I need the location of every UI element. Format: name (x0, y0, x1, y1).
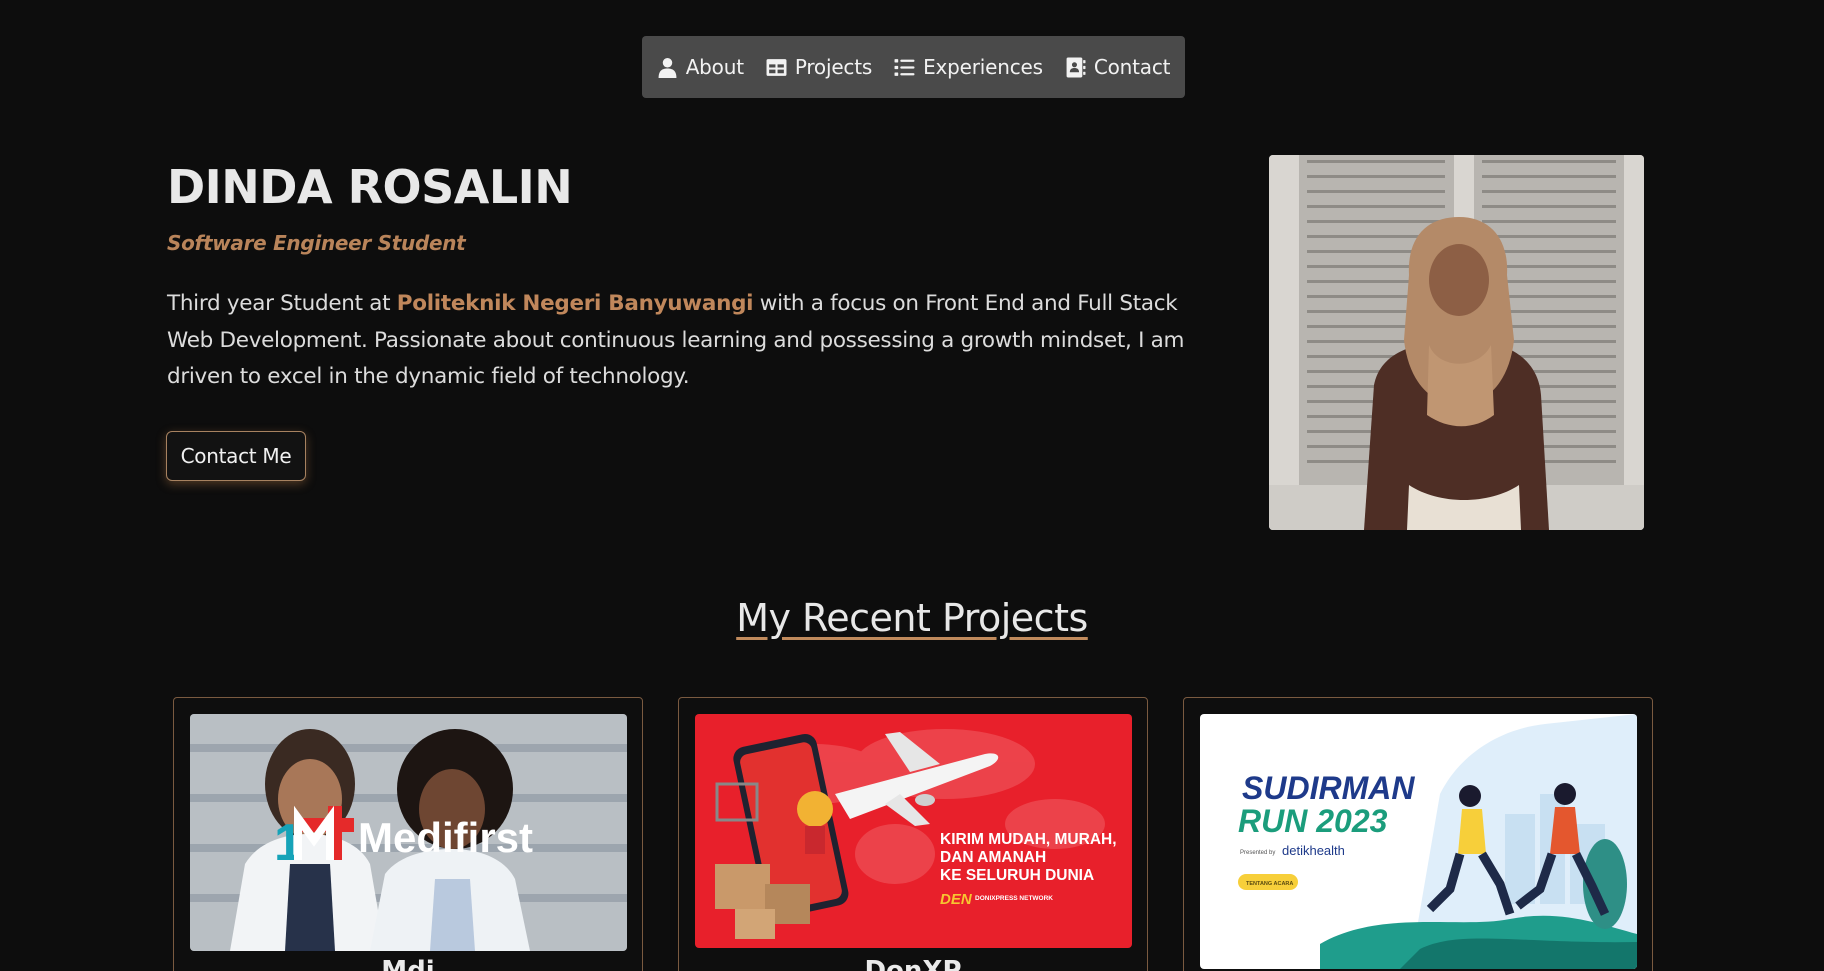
project-card-title: DonXP (864, 956, 962, 971)
sudirman-sponsor: detikhealth (1282, 843, 1345, 858)
project-card-title: Mdi (381, 956, 435, 971)
hero-role: Software Engineer Student (167, 231, 466, 255)
sudirman-title-line-1: SUDIRMAN (1242, 770, 1415, 806)
project-image-sudirman-run: SUDIRMAN RUN 2023 Presented by detikheal… (1200, 714, 1637, 969)
hero-name: DINDA ROSALIN (167, 160, 573, 214)
hero-bio: Third year Student at Politeknik Negeri … (167, 286, 1227, 396)
projects-section-title: My Recent Projects (736, 596, 1088, 640)
project-card-medifirst[interactable]: 1 Medifirst Mdi (173, 697, 643, 971)
nav-contact-label: Contact (1093, 55, 1171, 79)
profile-photo-illustration (1269, 155, 1644, 530)
donxp-brand-sub: DONIXPRESS NETWORK (975, 895, 1053, 902)
nav-projects[interactable]: Projects (766, 55, 872, 79)
donxp-tagline-line-1: KIRIM MUDAH, MURAH, (940, 831, 1117, 848)
nav-experiences[interactable]: Experiences (894, 55, 1043, 79)
donxp-tagline-line-3: KE SELURUH DUNIA (940, 867, 1094, 884)
page: About Projects Experiences Contact DINDA… (0, 0, 1824, 971)
medifirst-logo-text: Medifirst (358, 814, 533, 861)
list-icon (894, 58, 915, 76)
nav-experiences-label: Experiences (923, 55, 1043, 79)
top-navbar: About Projects Experiences Contact (642, 36, 1185, 98)
user-icon (658, 57, 677, 78)
nav-about-label: About (685, 55, 744, 79)
project-card-donxp[interactable]: KIRIM MUDAH, MURAH, DAN AMANAH KE SELURU… (678, 697, 1148, 971)
project-image-medifirst: 1 Medifirst (190, 714, 627, 951)
bio-school-highlight: Politeknik Negeri Banyuwangi (396, 291, 754, 316)
nav-contact[interactable]: Contact (1065, 55, 1170, 79)
bio-text-prefix: Third year Student at (167, 291, 397, 316)
sudirman-button-text: TENTANG ACARA (1246, 881, 1293, 887)
sudirman-title-line-2: RUN 2023 (1238, 803, 1388, 839)
contact-me-button[interactable]: Contact Me (166, 431, 306, 481)
nav-about[interactable]: About (657, 55, 744, 79)
donxp-tagline-line-2: DAN AMANAH (940, 849, 1046, 866)
donxp-brand: DEN (940, 891, 973, 908)
address-book-icon (1066, 57, 1086, 77)
nav-projects-label: Projects (794, 55, 873, 79)
project-card-sudirman-run[interactable]: SUDIRMAN RUN 2023 Presented by detikheal… (1183, 697, 1653, 971)
project-image-donxp: KIRIM MUDAH, MURAH, DAN AMANAH KE SELURU… (695, 714, 1132, 948)
sudirman-sponsor-prefix: Presented by (1240, 850, 1275, 856)
profile-photo (1269, 155, 1644, 530)
grid-icon (766, 58, 787, 76)
